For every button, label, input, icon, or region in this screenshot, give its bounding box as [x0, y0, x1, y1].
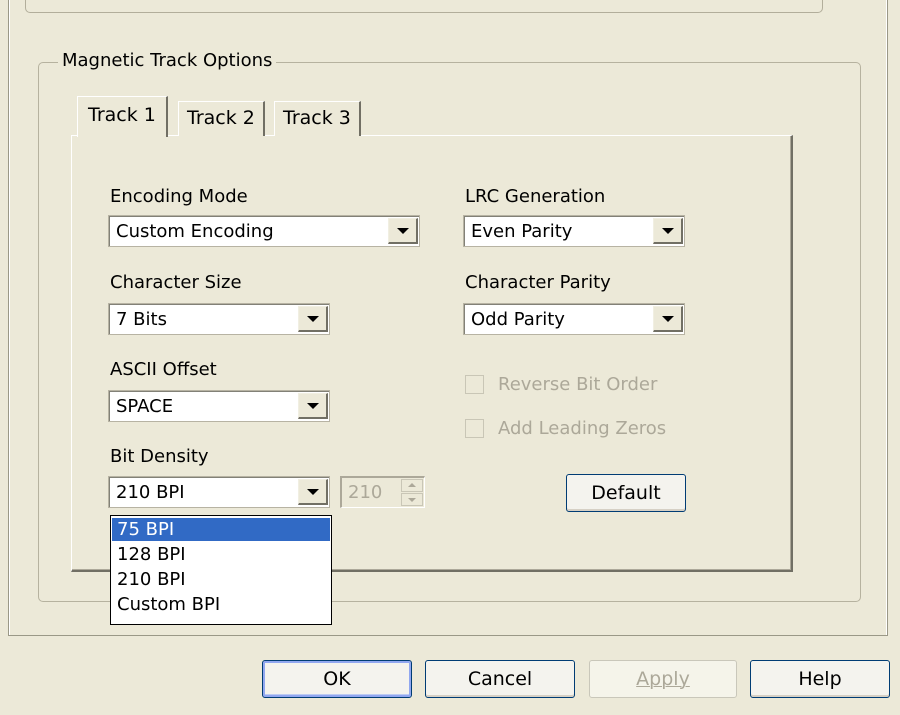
ascii-offset-label: ASCII Offset	[110, 359, 217, 380]
spinner-up-icon	[401, 479, 423, 492]
spinner-arrows	[401, 479, 423, 506]
spinner-down-icon	[401, 493, 423, 506]
bit-density-combo[interactable]: 210 BPI	[108, 476, 330, 508]
encoding-mode-label: Encoding Mode	[110, 186, 248, 207]
chevron-down-icon[interactable]	[298, 306, 328, 332]
character-parity-combo[interactable]: Odd Parity	[463, 303, 685, 335]
ascii-offset-combo[interactable]: SPACE	[108, 390, 330, 422]
dropdown-option-custom-bpi[interactable]: Custom BPI	[112, 593, 330, 616]
help-button[interactable]: Help	[750, 660, 890, 698]
ascii-offset-value: SPACE	[116, 396, 174, 417]
cancel-button[interactable]: Cancel	[425, 660, 575, 698]
bit-density-dropdown-list[interactable]: 75 BPI 128 BPI 210 BPI Custom BPI	[110, 515, 332, 625]
lrc-generation-label: LRC Generation	[465, 186, 606, 207]
tab-track-1[interactable]: Track 1	[77, 96, 168, 137]
reverse-bit-order-label: Reverse Bit Order	[498, 374, 658, 395]
upper-groupbox-edge	[25, 0, 823, 13]
dropdown-option-75-bpi[interactable]: 75 BPI	[112, 518, 330, 541]
lrc-generation-value: Even Parity	[471, 221, 573, 242]
encoding-mode-combo[interactable]: Custom Encoding	[108, 215, 420, 247]
tab-track-2[interactable]: Track 2	[178, 101, 265, 136]
bit-density-spinner: 210	[340, 476, 425, 508]
default-button[interactable]: Default	[566, 474, 686, 512]
groupbox-title: Magnetic Track Options	[58, 50, 277, 72]
encoding-mode-value: Custom Encoding	[116, 221, 274, 242]
chevron-down-icon[interactable]	[653, 306, 683, 332]
bit-density-spinner-value: 210	[348, 482, 383, 503]
lrc-generation-combo[interactable]: Even Parity	[463, 215, 685, 247]
chevron-down-icon[interactable]	[298, 479, 328, 505]
bit-density-label: Bit Density	[110, 446, 209, 467]
character-parity-label: Character Parity	[465, 272, 611, 293]
character-size-value: 7 Bits	[116, 309, 167, 330]
chevron-down-icon[interactable]	[298, 393, 328, 419]
tab-track-3[interactable]: Track 3	[274, 101, 361, 136]
character-size-label: Character Size	[110, 272, 242, 293]
add-leading-zeros-checkbox[interactable]	[465, 419, 484, 438]
apply-button[interactable]: Apply	[589, 660, 737, 698]
dropdown-option-210-bpi[interactable]: 210 BPI	[112, 568, 330, 591]
chevron-down-icon[interactable]	[388, 218, 418, 244]
apply-label: Apply	[636, 668, 690, 690]
character-size-combo[interactable]: 7 Bits	[108, 303, 330, 335]
reverse-bit-order-checkbox[interactable]	[465, 375, 484, 394]
dropdown-option-128-bpi[interactable]: 128 BPI	[112, 543, 330, 566]
add-leading-zeros-label: Add Leading Zeros	[498, 418, 667, 439]
bit-density-value: 210 BPI	[116, 482, 185, 503]
character-parity-value: Odd Parity	[471, 309, 565, 330]
ok-button[interactable]: OK	[262, 660, 412, 698]
chevron-down-icon[interactable]	[653, 218, 683, 244]
